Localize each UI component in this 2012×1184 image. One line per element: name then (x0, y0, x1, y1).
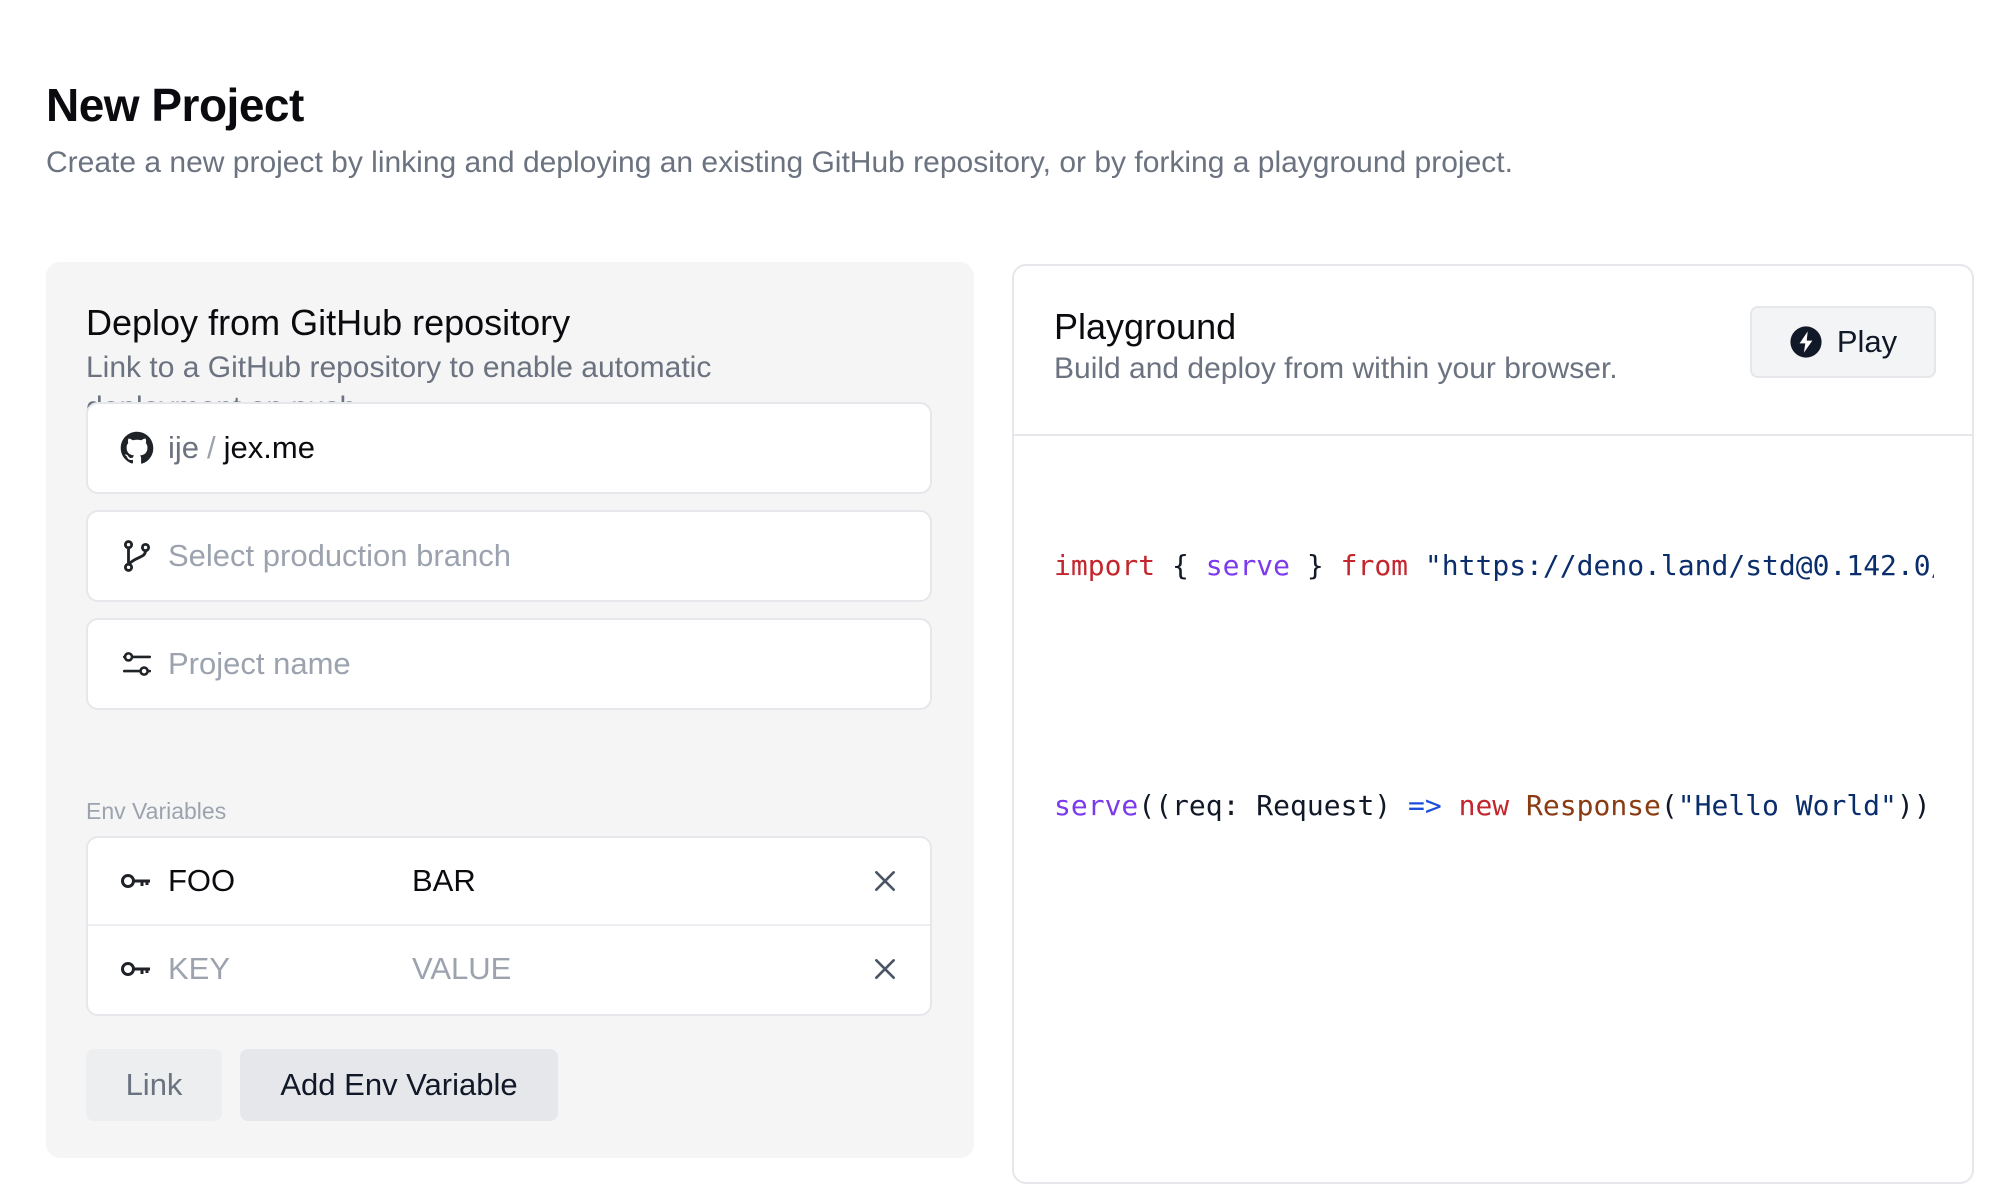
new-project-page: New Project Create a new project by link… (0, 0, 2012, 1184)
repository-selector[interactable]: ije / jex.me (86, 402, 932, 494)
page-title: New Project (46, 79, 304, 131)
repo-separator: / (207, 430, 216, 465)
key-icon (121, 874, 150, 888)
repo-name: jex.me (223, 430, 315, 465)
close-icon[interactable] (872, 868, 898, 894)
code-line: import { serve } from "https://deno.land… (1054, 549, 1934, 582)
close-icon[interactable] (872, 956, 898, 982)
play-button[interactable]: Play (1750, 306, 1936, 378)
sliders-icon (122, 652, 152, 676)
bolt-icon (1790, 326, 1822, 358)
env-variables-list: FOO BAR KEY VALUE (86, 836, 932, 1016)
code-editor[interactable]: import { serve } from "https://deno.land… (1054, 466, 1934, 906)
env-value-input[interactable]: VALUE (412, 951, 511, 987)
env-value-input[interactable]: BAR (412, 863, 476, 899)
deploy-github-card: Deploy from GitHub repository Link to a … (46, 262, 974, 1158)
repo-org: ije (168, 430, 200, 465)
production-branch-select[interactable]: Select production branch (86, 510, 932, 602)
github-icon (120, 431, 154, 464)
playground-header: Playground Build and deploy from within … (1014, 266, 1972, 436)
code-line: serve((req: Request) => new Response("He… (1054, 789, 1934, 822)
add-env-variable-button[interactable]: Add Env Variable (240, 1049, 558, 1121)
git-branch-icon (123, 540, 151, 572)
repo-path: ije / jex.me (168, 430, 315, 466)
branch-placeholder: Select production branch (168, 538, 511, 573)
page-subtitle: Create a new project by linking and depl… (46, 146, 1513, 179)
link-button[interactable]: Link (86, 1049, 222, 1121)
project-name-input[interactable]: Project name (86, 618, 932, 710)
env-key-input[interactable]: KEY (168, 951, 230, 987)
key-icon (121, 962, 150, 976)
project-name-placeholder: Project name (168, 646, 351, 681)
playground-description: Build and deploy from within your browse… (1054, 352, 1618, 385)
env-variables-label: Env Variables (86, 798, 227, 824)
playground-card: Playground Build and deploy from within … (1012, 264, 1974, 1184)
env-variable-row: FOO BAR (88, 838, 930, 926)
env-variable-row: KEY VALUE (88, 926, 930, 1012)
playground-title: Playground (1054, 306, 1237, 347)
play-button-label: Play (1836, 324, 1898, 359)
deploy-card-title: Deploy from GitHub repository (86, 302, 571, 343)
env-key-input[interactable]: FOO (168, 863, 235, 899)
